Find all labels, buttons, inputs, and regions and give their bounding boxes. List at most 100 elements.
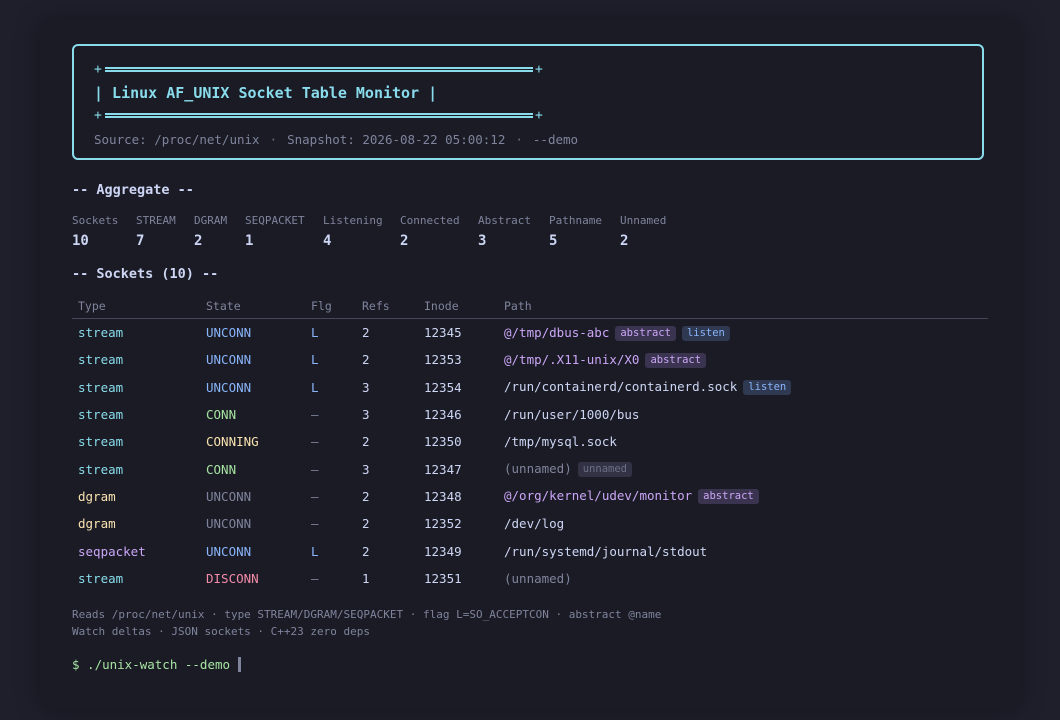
stat-unnamed: Unnamed 2 — [620, 212, 690, 252]
cell-type-text: stream — [78, 325, 124, 341]
cell-type: stream — [72, 319, 200, 347]
cell-type-text: stream — [78, 407, 124, 423]
stat-pathname: Pathname 5 — [549, 212, 620, 252]
cell-path-text: /tmp/mysql.sock — [504, 434, 617, 450]
unnamed-tag: unnamed — [577, 462, 632, 478]
cell-path: @/org/kernel/udev/monitor abstract — [498, 483, 988, 510]
cell-type-text: stream — [78, 461, 124, 477]
cell-state-text: CONNING — [206, 434, 259, 450]
banner-corner: + — [94, 62, 102, 77]
cell-inode: 12354 — [418, 374, 498, 401]
cell-inode: 12346 — [418, 401, 498, 428]
cell-refs: 3 — [356, 401, 418, 428]
stat-value: 3 — [478, 233, 487, 249]
cell-inode: 12349 — [418, 537, 498, 564]
stat-value: 7 — [136, 233, 145, 249]
column-header-refs: Refs — [356, 294, 418, 319]
abstract-tag: abstract — [698, 489, 759, 505]
cell-state-text: UNCONN — [206, 352, 252, 368]
cell-inode-text: 12347 — [424, 461, 462, 477]
cell-path-text: /run/user/1000/bus — [504, 407, 640, 423]
cell-refs: 3 — [356, 455, 418, 482]
cell-state: CONNING — [200, 428, 305, 455]
column-header-state: State — [200, 294, 305, 319]
stat-label: Sockets — [72, 214, 119, 227]
cell-inode: 12353 — [418, 346, 498, 373]
cell-type: stream — [72, 374, 200, 401]
terminal-panel: + + | Linux AF_UNIX Socket Table Monitor… — [40, 20, 1020, 710]
table-row: stream DISCONN – 1 12351 (unnamed) — [72, 565, 988, 592]
command-prompt[interactable]: $ ./unix-watch --demo — [72, 657, 242, 672]
cell-flg-text: L — [311, 352, 319, 368]
abstract-tag: abstract — [615, 325, 676, 341]
cell-state: UNCONN — [200, 537, 305, 564]
separator: · — [515, 132, 523, 147]
stat-label: Unnamed — [620, 214, 667, 227]
abstract-tag: abstract — [645, 352, 707, 368]
cell-refs-text: 2 — [362, 488, 370, 504]
cell-flg-text: L — [311, 379, 319, 395]
cell-path: /dev/log — [498, 510, 988, 537]
table-row: stream CONNING – 2 12350/tmp/mysql.sock — [72, 428, 988, 455]
cell-type: seqpacket — [72, 537, 200, 564]
cell-flg-text: – — [311, 516, 319, 532]
stat-value: 2 — [400, 233, 409, 249]
cell-type-text: dgram — [78, 516, 116, 532]
cell-path-text: @/tmp/.X11-unix/X0 — [504, 351, 640, 367]
cell-inode-text: 12351 — [424, 570, 462, 586]
cell-state-text: UNCONN — [206, 543, 252, 559]
cell-flg: – — [305, 428, 356, 455]
stat-value: 1 — [245, 233, 254, 249]
stat-value: 2 — [620, 233, 629, 249]
cell-inode-text: 12353 — [424, 352, 462, 368]
cell-state: UNCONN — [200, 319, 305, 347]
cell-refs: 2 — [356, 483, 418, 510]
stat-listening: Listening 4 — [323, 212, 400, 252]
cell-path-text: (unnamed) — [504, 461, 572, 477]
cell-type: stream — [72, 565, 200, 592]
cell-refs: 3 — [356, 374, 418, 401]
cell-flg-text: L — [311, 543, 319, 559]
stat-label: Connected — [400, 214, 460, 227]
column-header-type: Type — [72, 294, 200, 319]
separator: · — [269, 132, 278, 147]
socket-rows: stream UNCONN L 2 12345 @/tmp/dbus-abc abstrac… — [72, 319, 988, 592]
cell-type-text: seqpacket — [78, 543, 146, 559]
cell-flg-text: – — [311, 488, 319, 504]
cell-state: CONN — [200, 455, 305, 482]
banner-corner: + — [94, 108, 102, 123]
cell-inode: 12348 — [418, 483, 498, 510]
cell-flg: – — [305, 510, 356, 537]
socket-table: Type State Flg Refs Inode Path stream UNC… — [72, 294, 988, 592]
banner-top-rule: + + — [94, 60, 962, 80]
cell-flg: – — [305, 483, 356, 510]
listen-tag: listen — [743, 380, 792, 396]
column-header-inode: Inode — [418, 294, 498, 319]
cell-inode: 12350 — [418, 428, 498, 455]
cell-flg-text: – — [311, 570, 319, 586]
snapshot-time: Snapshot: 2026-08-22 05:00:12 — [287, 132, 506, 147]
cell-inode: 12352 — [418, 510, 498, 537]
source-path: Source: /proc/net/unix — [94, 132, 260, 147]
stat-abstract: Abstract 3 — [478, 212, 549, 252]
page-title: | Linux AF_UNIX Socket Table Monitor | — [94, 84, 438, 102]
cell-refs-text: 2 — [362, 543, 370, 559]
stat-label: STREAM — [136, 214, 176, 227]
cell-path-text: /dev/log — [504, 516, 565, 532]
cell-refs: 2 — [356, 537, 418, 564]
stat-label: SEQPACKET — [245, 214, 305, 227]
cell-state-text: UNCONN — [206, 379, 252, 395]
table-row: stream UNCONN L 2 12353 @/tmp/.X11-unix/X0 abs… — [72, 346, 988, 373]
table-row: dgram UNCONN – 2 12348 @/org/kernel/udev/moni… — [72, 483, 988, 510]
footer-info-line: Reads /proc/net/unix · type STREAM/DGRAM… — [72, 608, 662, 621]
cell-flg: – — [305, 401, 356, 428]
cell-flg-text: – — [311, 461, 319, 477]
cell-state-text: UNCONN — [206, 516, 252, 532]
cell-refs-text: 2 — [362, 434, 370, 450]
cell-path-text: /run/systemd/journal/stdout — [504, 543, 708, 559]
table-row: stream CONN – 3 12347 (unnamed) unnamed — [72, 455, 988, 482]
cell-flg: – — [305, 565, 356, 592]
cell-refs-text: 2 — [362, 325, 370, 341]
sockets-heading: -- Sockets (10) -- — [72, 266, 219, 282]
cell-inode-text: 12354 — [424, 379, 462, 395]
